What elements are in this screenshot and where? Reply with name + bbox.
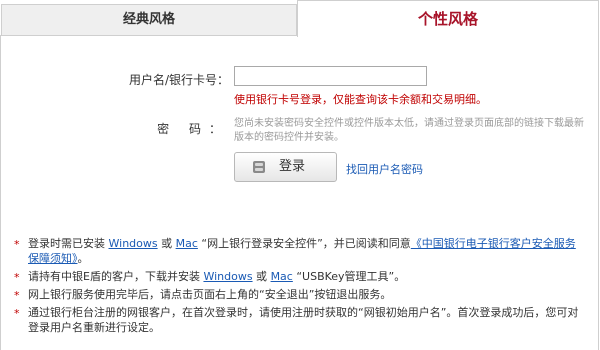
notice-text: 网上银行服务使用完毕后，请点击页面右上角的“安全退出”按钮退出服务。 (28, 288, 392, 301)
notice-text: 或 (252, 270, 271, 283)
login-button-label: 登录 (279, 159, 306, 174)
forgot-credentials-link[interactable]: 找回用户名密码 (346, 161, 423, 177)
notice-item: * 通过银行柜台注册的网银客户，在首次登录时，请使用注册时获取的“网银初始用户名… (14, 305, 584, 335)
password-label: 密 码： (157, 122, 229, 136)
tab-personal-style[interactable]: 个性风格 (297, 0, 599, 37)
style-tabs: 经典风格 个性风格 (0, 0, 600, 37)
mac-usbkey-link[interactable]: Mac (271, 270, 293, 283)
tab-classic-style[interactable]: 经典风格 (1, 4, 297, 35)
mac-control-link[interactable]: Mac (176, 237, 198, 250)
notice-item: * 请持有中银E盾的客户，下载并安装 Windows 或 Mac “USBKey… (14, 269, 584, 284)
notice-text: 或 (157, 237, 176, 250)
asterisk-icon: * (14, 307, 20, 320)
username-label: 用户名/银行卡号： (128, 73, 229, 87)
login-button[interactable]: 登录 (234, 152, 337, 182)
notice-item: * 登录时需已安装 Windows 或 Mac “网上银行登录安全控件”，并已阅… (14, 236, 584, 266)
asterisk-icon: * (14, 289, 20, 302)
password-control-notice: 您尚未安装密码安全控件或控件版本太低，请通过登录页面底部的链接下载最新版本的密码… (234, 118, 584, 143)
notice-list: * 登录时需已安装 Windows 或 Mac “网上银行登录安全控件”，并已阅… (14, 236, 584, 338)
asterisk-icon: * (14, 271, 20, 284)
windows-control-link[interactable]: Windows (109, 237, 158, 250)
notice-item: * 网上银行服务使用完毕后，请点击页面右上角的“安全退出”按钮退出服务。 (14, 287, 584, 302)
notice-text: “网上银行登录安全控件”，并已阅读和同意 (197, 237, 411, 250)
notice-text: 请持有中银E盾的客户，下载并安装 (28, 270, 204, 283)
notice-text: “USBKey管理工具”。 (292, 270, 406, 283)
lock-icon (253, 161, 265, 173)
asterisk-icon: * (14, 238, 20, 251)
notice-text: 登录时需已安装 (28, 237, 109, 250)
username-input[interactable] (234, 66, 427, 86)
windows-usbkey-link[interactable]: Windows (203, 270, 252, 283)
notice-text: 。 (77, 252, 89, 265)
card-login-hint: 使用银行卡号登录，仅能查询该卡余额和交易明细。 (234, 93, 487, 106)
notice-text: 通过银行柜台注册的网银客户，在首次登录时，请使用注册时获取的“网银初始用户名”。… (28, 306, 579, 334)
